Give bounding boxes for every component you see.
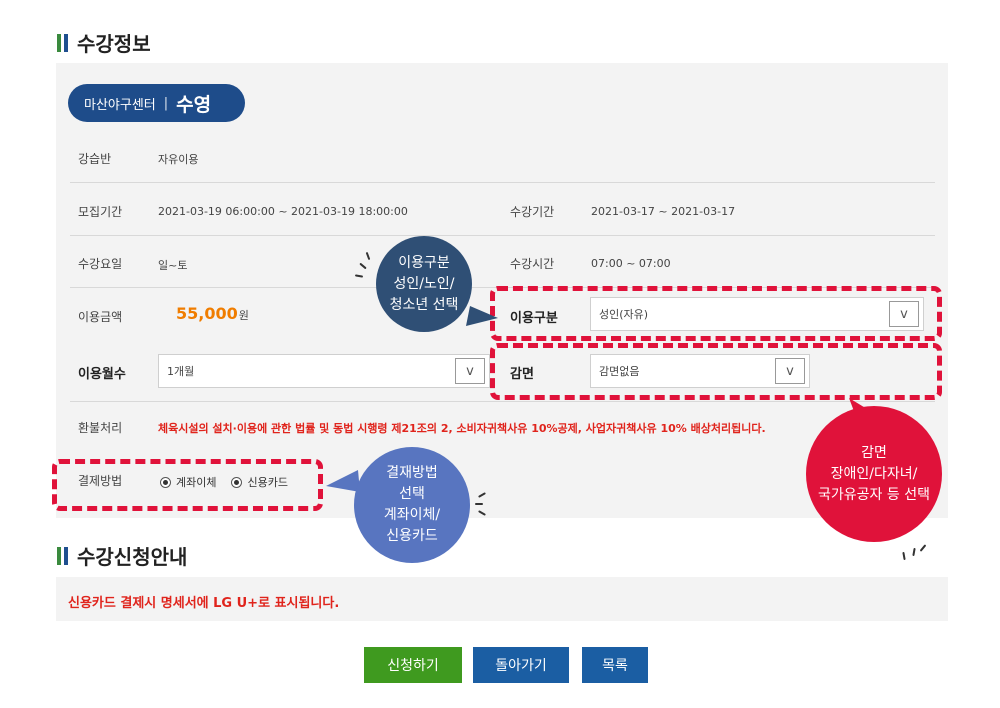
callout-usage-line: 성인/노인/: [393, 275, 455, 292]
callout-discount-line: 장애인/다자녀/: [830, 465, 918, 482]
callout-discount-line: 국가유공자 등 선택: [818, 486, 930, 503]
title-bar-blue: [64, 546, 68, 565]
callout-tail-payment: [326, 470, 360, 492]
emphasis-tick: [475, 503, 483, 505]
callout-usage-line: 이용구분: [398, 254, 450, 271]
apply-button[interactable]: 신청하기: [364, 647, 462, 683]
back-button[interactable]: 돌아가기: [473, 647, 569, 683]
title-bar-green: [57, 546, 61, 565]
callout-payment-line: 신용카드: [386, 528, 438, 544]
application-guide-title: 수강신청안내: [57, 541, 187, 570]
callout-payment-line: 선택: [399, 486, 425, 502]
callout-usage-line: 청소년 선택: [389, 296, 459, 313]
callout-payment-line: 결재방법: [386, 465, 438, 481]
callout-usage: 이용구분 성인/노인/ 청소년 선택: [376, 236, 472, 332]
callout-tail-usage: [466, 306, 498, 326]
callout-payment-line: 계좌이체/: [383, 507, 441, 523]
list-button[interactable]: 목록: [582, 647, 648, 683]
callout-payment: 결재방법 선택 계좌이체/ 신용카드: [354, 447, 470, 563]
callout-discount-line: 감면: [861, 444, 887, 461]
callout-discount: 감면 장애인/다자녀/ 국가유공자 등 선택: [806, 406, 942, 542]
notice-text: 신용카드 결제시 명세서에 LG U+로 표시됩니다.: [68, 596, 340, 611]
